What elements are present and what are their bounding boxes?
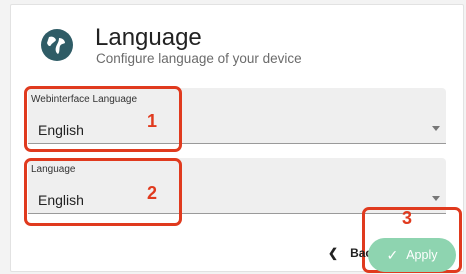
device-language-select[interactable]: Language English: [28, 158, 446, 214]
device-language-value: English: [38, 192, 84, 208]
caret-down-icon: [432, 126, 440, 131]
apply-label: Apply: [406, 248, 438, 262]
page-title: Language: [95, 24, 202, 51]
apply-button[interactable]: ✓ Apply: [368, 238, 456, 272]
annotation-number-1: 1: [147, 111, 158, 131]
webinterface-language-label: Webinterface Language: [31, 94, 138, 105]
check-icon: ✓: [386, 246, 399, 263]
annotation-number-3: 3: [402, 208, 413, 228]
webinterface-language-value: English: [38, 122, 84, 138]
device-language-label: Language: [31, 164, 76, 175]
page-subtitle: Configure language of your device: [96, 51, 302, 66]
globe-icon: [41, 29, 73, 61]
annotation-number-2: 2: [147, 183, 158, 203]
caret-down-icon: [432, 196, 440, 201]
webinterface-language-select[interactable]: Webinterface Language English: [28, 88, 446, 144]
chevron-left-icon: ❮: [328, 246, 339, 260]
